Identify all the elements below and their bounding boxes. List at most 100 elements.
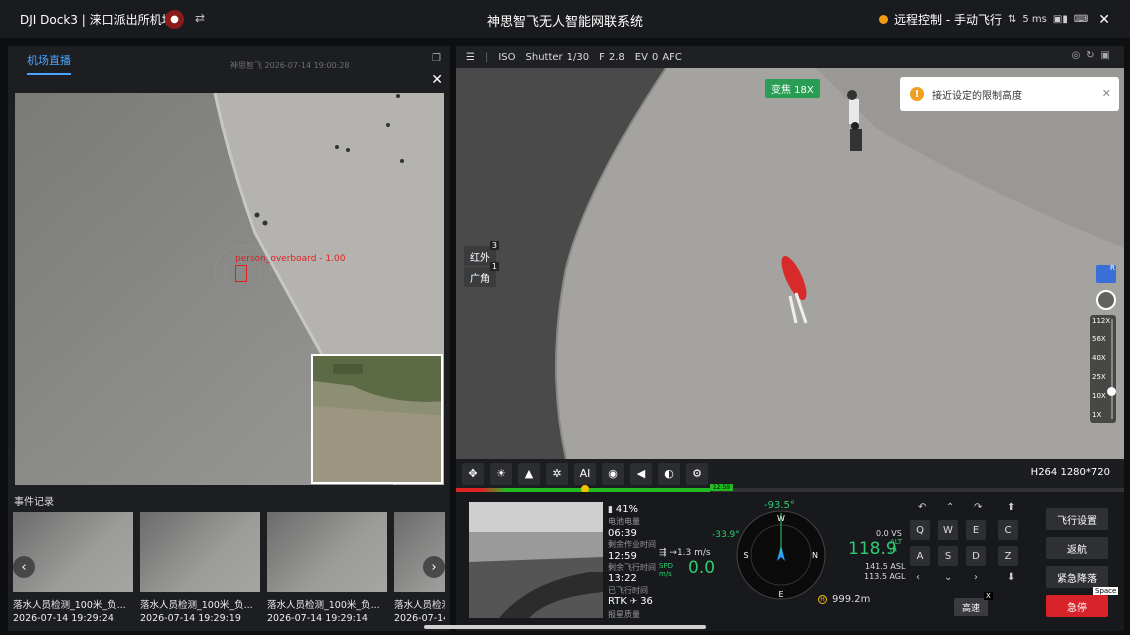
- laser-icon[interactable]: ✲: [546, 462, 568, 485]
- back-icon[interactable]: ⌄: [944, 572, 952, 583]
- record-icon[interactable]: ●: [165, 10, 184, 29]
- zoom-slider[interactable]: 112X 56X 40X 25X 10X 1X: [1090, 315, 1116, 423]
- detection-label: person_overboard - 1.00: [235, 254, 346, 264]
- camera-toolbar: ☰ | ISO Shutter 1/30 F 2.8 EV 0 AFC ◎↻▣: [456, 46, 1124, 68]
- emergency-stop-button[interactable]: 急停: [1046, 595, 1108, 617]
- altitude-label: ALT m: [890, 538, 903, 554]
- battery-icon: ▮: [608, 505, 616, 515]
- prev-event-icon[interactable]: ‹: [13, 556, 35, 578]
- lens-infrared-label: 红外: [470, 252, 490, 264]
- ai-button[interactable]: AI: [574, 462, 596, 485]
- key-w[interactable]: W: [938, 520, 958, 540]
- dock-live-feed: person_overboard - 1.00: [15, 93, 444, 485]
- compass: N E S W: [736, 510, 826, 600]
- return-home-button[interactable]: 返航: [1046, 537, 1108, 559]
- move-icon[interactable]: ✥: [462, 462, 484, 485]
- wind-speed-value: 1.3 m/s: [676, 548, 711, 558]
- event-time: 2026-07-14 19:29:24: [13, 613, 114, 624]
- close-icon[interactable]: ✕: [1098, 12, 1110, 28]
- navigate-icon[interactable]: ▲: [518, 462, 540, 485]
- flight-settings-button[interactable]: 飞行设置: [1046, 508, 1108, 530]
- tab-dock-live[interactable]: 机场直播: [27, 52, 71, 75]
- work-time-value: 06:39: [608, 527, 637, 539]
- speaker-icon[interactable]: ◀: [630, 462, 652, 485]
- ev-value[interactable]: 0: [652, 52, 658, 63]
- lens-wide-button[interactable]: 广角 1: [464, 262, 499, 287]
- event-thumbnail: [140, 512, 260, 592]
- tab-bar: 机场直播 ❐: [8, 46, 450, 82]
- settings-icon[interactable]: ⚙: [686, 462, 708, 485]
- detection-box: [235, 265, 247, 282]
- popout-icon[interactable]: ❐: [432, 53, 441, 64]
- key-z[interactable]: Z: [998, 546, 1018, 566]
- next-event-icon[interactable]: ›: [423, 556, 445, 578]
- latency-icon: ⇅: [1007, 14, 1017, 25]
- home-indicator[interactable]: [424, 625, 706, 629]
- speed-label: SPD m/s: [659, 562, 674, 578]
- battery-label: 电池电量: [608, 517, 640, 527]
- descend-icon[interactable]: ⬇: [1007, 572, 1015, 583]
- vertical-speed: 0.0 VS: [876, 529, 902, 538]
- emergency-land-button[interactable]: 紧急降落: [1046, 566, 1108, 588]
- shutter-value[interactable]: 1/30: [567, 52, 589, 63]
- shutter-label: Shutter: [525, 51, 563, 63]
- flight-hud: ▮ 41% 电池电量 06:39 剩余作业时间 12:59 剩余飞行时间 13:…: [456, 492, 1124, 631]
- left-icon[interactable]: ‹: [916, 572, 920, 583]
- swap-icon[interactable]: ⇄: [195, 11, 205, 25]
- shutter-button[interactable]: [1096, 290, 1116, 310]
- compass-north: N: [812, 551, 818, 560]
- rtk-value: 36: [640, 596, 653, 608]
- right-icon[interactable]: ›: [974, 572, 978, 583]
- event-caption: 落水人员检测_100米_负...: [267, 600, 380, 611]
- f-value[interactable]: 2.8: [609, 52, 625, 63]
- event-item[interactable]: 落水人员检测_100米_负... 2026-07-14 19:29:19: [140, 512, 260, 627]
- zoom-tick: 10X: [1092, 392, 1106, 400]
- satellite-icon: ✈: [629, 597, 638, 608]
- event-time: 2026-07-14: [394, 613, 445, 624]
- telemetry-list: ▮ 41% 电池电量 06:39 剩余作业时间 12:59 剩余飞行时间 13:…: [608, 504, 656, 620]
- target-icon[interactable]: ◉: [602, 462, 624, 485]
- dock-live-panel: 机场直播 ❐ ✕ person_overboard - 1.00 事件记录 落水…: [8, 46, 450, 631]
- focus-mode[interactable]: AFC: [662, 52, 682, 63]
- rotate-left-icon[interactable]: ↶: [918, 502, 926, 513]
- forward-icon[interactable]: ⌃: [946, 502, 954, 513]
- latency-value: 5 ms: [1022, 14, 1047, 25]
- event-thumbnail: [267, 512, 387, 592]
- pip-satellite-image: [313, 356, 441, 482]
- close-panel-icon[interactable]: ✕: [431, 72, 443, 88]
- key-d[interactable]: D: [966, 546, 986, 566]
- flown-label: 已飞行时间: [608, 585, 648, 595]
- key-q[interactable]: Q: [910, 520, 930, 540]
- keyboard-icon[interactable]: ⌨: [1074, 14, 1088, 25]
- rotate-right-icon[interactable]: ↷: [974, 502, 982, 513]
- warning-icon: !: [910, 87, 924, 101]
- iso-label[interactable]: ISO: [498, 52, 515, 63]
- event-thumbnail: [394, 512, 445, 592]
- key-a[interactable]: A: [910, 546, 930, 566]
- key-s[interactable]: S: [938, 546, 958, 566]
- key-c[interactable]: C: [998, 520, 1018, 540]
- camera-settings-icon[interactable]: ☰: [466, 52, 475, 63]
- zoom-tick: 112X: [1092, 317, 1111, 325]
- status-area: 远程控制 - 手动飞行 ⇅ 5 ms ▣▮ ⌨ ✕: [879, 11, 1110, 28]
- light-icon[interactable]: ☀: [490, 462, 512, 485]
- fast-mode-button[interactable]: 高速: [954, 598, 988, 616]
- compass-south: S: [743, 551, 748, 560]
- agl-value: 113.5 AGL: [864, 572, 906, 581]
- toast-close-icon[interactable]: ✕: [1102, 87, 1111, 100]
- event-item[interactable]: 落水人员检测_100米_负... 2026-07-14 19:29:14: [267, 512, 387, 627]
- fpv-camera-view[interactable]: [469, 502, 603, 618]
- spotlight-icon[interactable]: ◐: [658, 462, 680, 485]
- zoom-tick: 25X: [1092, 373, 1106, 381]
- ascend-icon[interactable]: ⬆: [1007, 502, 1015, 513]
- home-icon: H: [818, 595, 827, 604]
- altitude-asl-agl: 141.5 ASL 113.5 AGL: [864, 562, 905, 582]
- camera-extra-icons[interactable]: ◎↻▣: [1071, 50, 1116, 61]
- event-caption: 落水人员检测_100米_负...: [140, 600, 253, 611]
- lens-wide-label: 广角: [470, 273, 490, 285]
- dock-title: DJI Dock3 | 涞口派出所机场: [20, 13, 174, 27]
- zoom-knob[interactable]: [1107, 387, 1116, 397]
- events-title: 事件记录: [14, 497, 54, 508]
- key-e[interactable]: E: [966, 520, 986, 540]
- pip-map[interactable]: [311, 354, 443, 484]
